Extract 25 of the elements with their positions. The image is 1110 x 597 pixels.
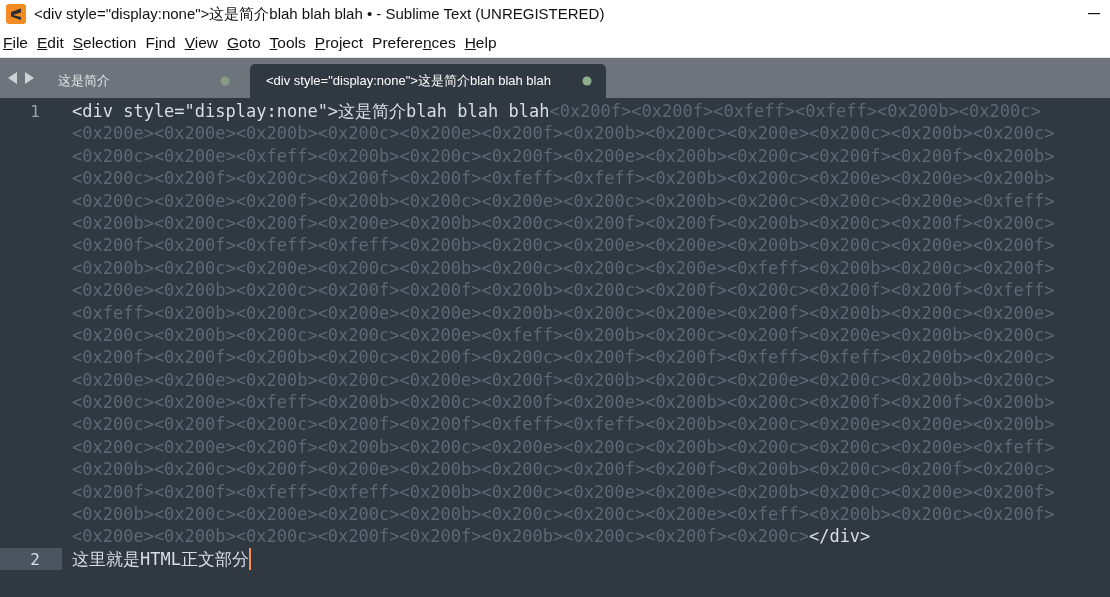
editor-tab[interactable]: <div style="display:none">这是简介blah blah blah [250,64,606,98]
code-text: 这里就是HTML正文部分 [72,547,249,571]
menu-item[interactable]: Help [464,33,504,52]
code-text: <div style="display:none">这是简介blah blah blah [72,100,550,123]
window-title: <div style="display:none">这是简介blah blah blah • - Sublime Text (UNREGISTERED) [34,4,606,24]
menu-item[interactable]: Goto [227,33,268,52]
unsaved-dot-icon [220,76,230,86]
menu-item[interactable]: View [184,33,225,52]
menu-item[interactable]: Preferences [372,33,463,52]
unsaved-dot-icon [582,76,592,86]
menu-item[interactable]: Selection [72,33,144,52]
minimize-icon[interactable] [1088,13,1100,15]
line-number: 1 [30,101,40,121]
next-tab-icon[interactable] [24,72,34,84]
menu-item[interactable]: Tools [269,33,313,52]
menu-item[interactable]: File [3,33,35,52]
text-cursor [248,548,251,570]
previous-tab-icon[interactable] [8,72,18,84]
line-number: 2 [30,549,40,569]
menu-item[interactable]: Edit [37,33,71,52]
editor-tab[interactable]: 这是简介 [40,64,244,98]
code-text: </div> [808,525,871,548]
app-logo-icon [6,4,26,24]
menu-item[interactable]: Find [145,33,183,52]
menu-item[interactable]: Project [314,33,371,52]
